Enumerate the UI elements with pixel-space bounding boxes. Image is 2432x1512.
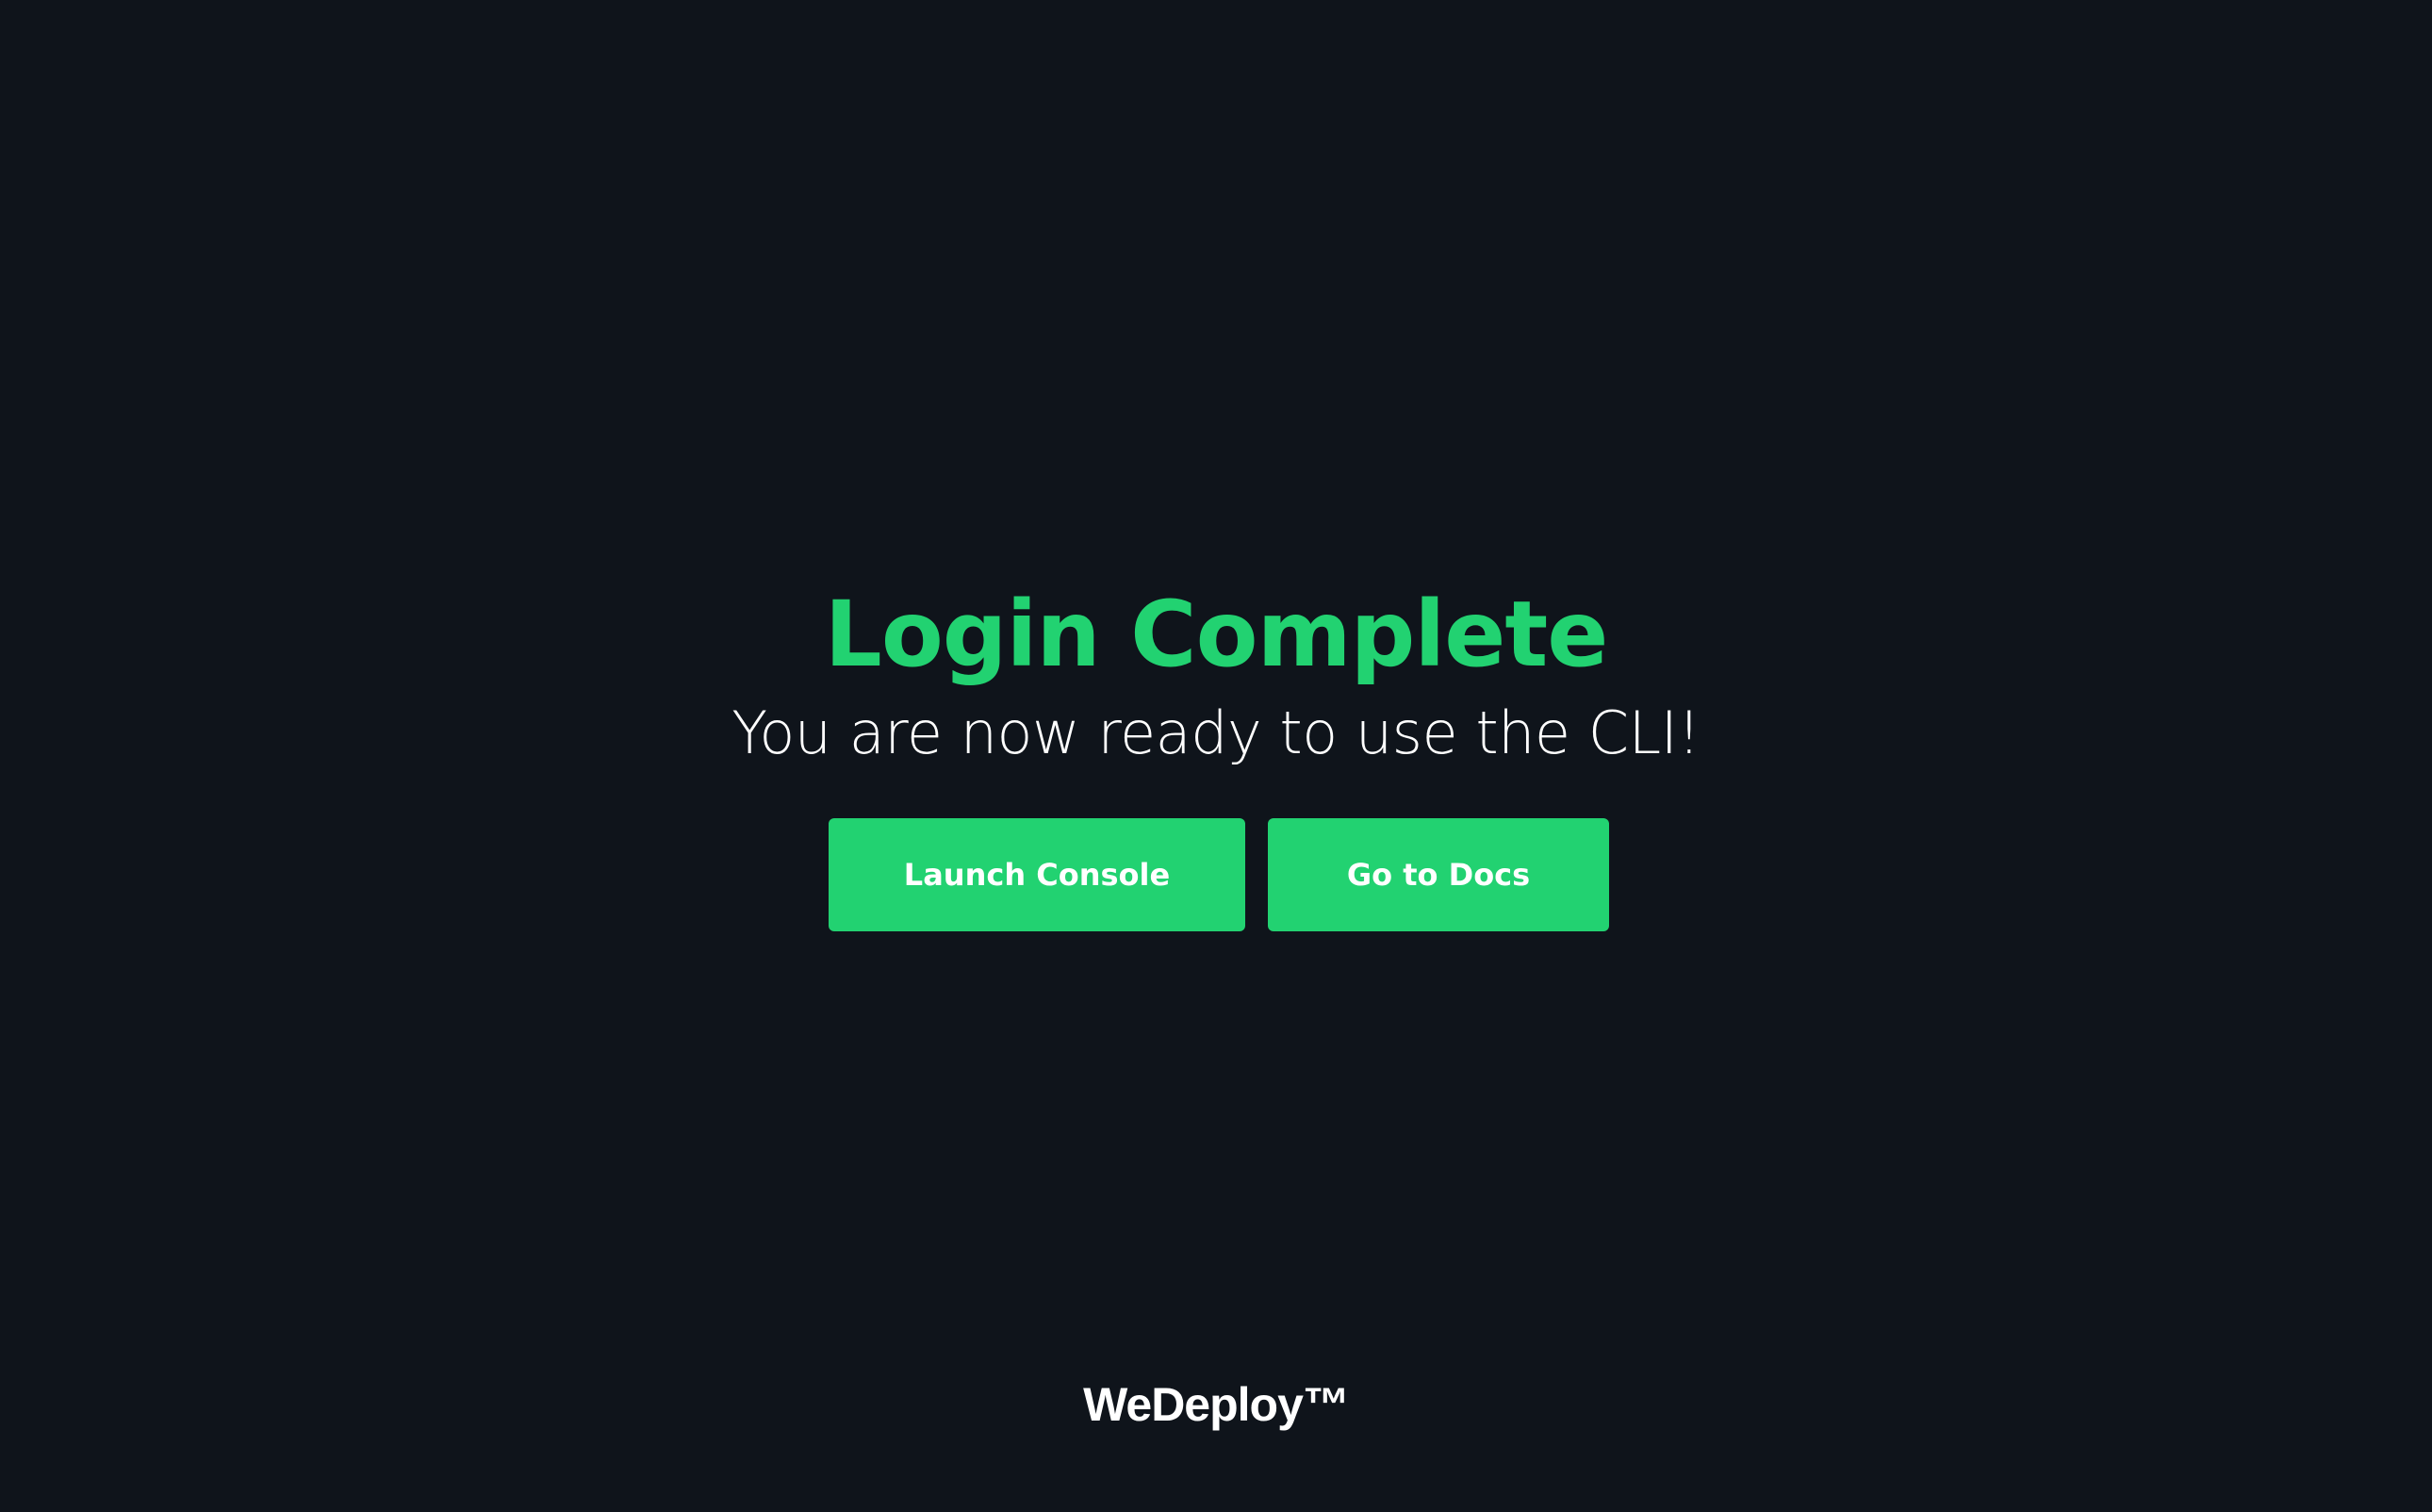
launch-console-button[interactable]: Launch Console — [829, 818, 1245, 931]
page-title: Login Complete — [824, 582, 1609, 687]
go-to-docs-button[interactable]: Go to Docs — [1268, 818, 1609, 931]
brand-logo: WeDeploy™ — [1083, 1378, 1350, 1431]
login-complete-page: Login Complete You are now ready to use … — [0, 0, 2432, 1512]
page-subtitle: You are now ready to use the CLI! — [731, 698, 1701, 767]
